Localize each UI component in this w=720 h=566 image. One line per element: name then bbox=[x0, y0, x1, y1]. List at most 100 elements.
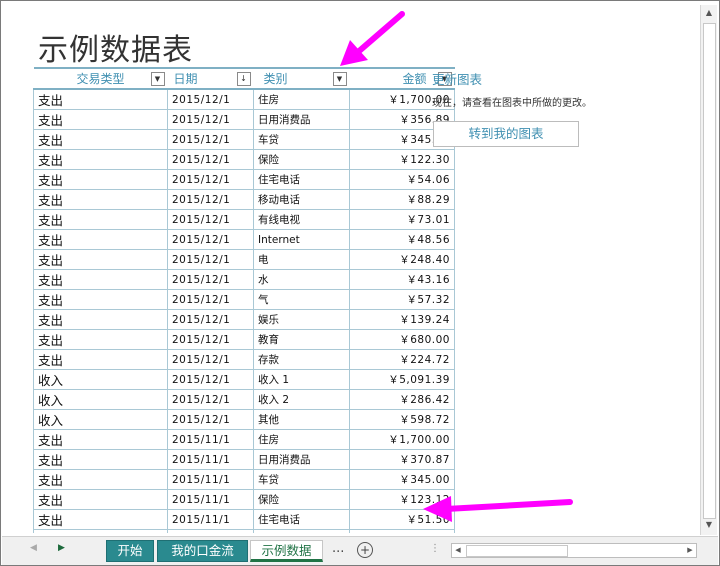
cell-date[interactable]: 2015/12/1 bbox=[167, 369, 254, 390]
cell-date[interactable]: 2015/12/1 bbox=[167, 349, 254, 370]
cell-date[interactable]: 2015/12/1 bbox=[167, 289, 254, 310]
cell-date[interactable]: 2015/12/1 bbox=[167, 109, 254, 130]
cell-amount[interactable]: ￥286.42 bbox=[349, 389, 455, 410]
cell-date[interactable]: 2015/11/1 bbox=[167, 429, 254, 450]
cell-amount[interactable]: ￥345.00 bbox=[349, 469, 455, 490]
cell-date[interactable]: 2015/12/1 bbox=[167, 389, 254, 410]
cell-date[interactable]: 2015/12/1 bbox=[167, 229, 254, 250]
cell-type[interactable]: 支出 bbox=[33, 489, 168, 510]
go-to-chart-button[interactable]: 转到我的图表 bbox=[433, 121, 579, 147]
cell-type[interactable]: 收入 bbox=[33, 389, 168, 410]
cell-category[interactable]: 教育 bbox=[253, 329, 350, 350]
cell-amount[interactable]: ￥248.40 bbox=[349, 249, 455, 270]
cell-date[interactable]: 2015/11/1 bbox=[167, 469, 254, 490]
cell-date[interactable]: 2015/12/1 bbox=[167, 269, 254, 290]
cell-amount[interactable]: ￥5,091.39 bbox=[349, 369, 455, 390]
cell-type[interactable]: 支出 bbox=[33, 149, 168, 170]
cell-amount[interactable]: ￥598.72 bbox=[349, 409, 455, 430]
cell-category[interactable]: 移动电话 bbox=[253, 189, 350, 210]
cell-amount[interactable]: ￥43.16 bbox=[349, 269, 455, 290]
cell-date[interactable]: 2015/11/1 bbox=[167, 489, 254, 510]
cell-type[interactable]: 支出 bbox=[33, 289, 168, 310]
cell-date[interactable]: 2015/12/1 bbox=[167, 149, 254, 170]
cell-type[interactable]: 支出 bbox=[33, 329, 168, 350]
cell-category[interactable]: 车贷 bbox=[253, 129, 350, 150]
cell-amount[interactable]: ￥54.06 bbox=[349, 169, 455, 190]
cell-type[interactable]: 支出 bbox=[33, 89, 168, 110]
cell-date[interactable]: 2015/12/1 bbox=[167, 329, 254, 350]
cell-category[interactable]: 存款 bbox=[253, 349, 350, 370]
cell-category[interactable]: 车贷 bbox=[253, 469, 350, 490]
scrollbar-thumb[interactable] bbox=[703, 23, 716, 519]
cell-date[interactable]: 2015/11/1 bbox=[167, 529, 254, 533]
scroll-left-icon[interactable]: ◀ bbox=[452, 544, 464, 557]
cell-amount[interactable]: ￥67.49 bbox=[349, 529, 455, 533]
cell-date[interactable]: 2015/12/1 bbox=[167, 169, 254, 190]
cell-amount[interactable]: ￥139.24 bbox=[349, 309, 455, 330]
sort-filter-icon[interactable]: ↓ bbox=[236, 72, 251, 86]
cell-date[interactable]: 2015/11/1 bbox=[167, 449, 254, 470]
vertical-scrollbar[interactable]: ▲ ▼ bbox=[700, 5, 717, 535]
cell-type[interactable]: 支出 bbox=[33, 509, 168, 530]
scroll-down-icon[interactable]: ▼ bbox=[701, 517, 717, 533]
worksheet-area[interactable]: 示例数据表 交易类型 ▼ 日期 ↓ 类别 ▼ 金额 ▼ 支出 2015/12/1… bbox=[5, 5, 699, 533]
filter-dropdown-icon[interactable]: ▼ bbox=[332, 72, 347, 86]
cell-amount[interactable]: ￥680.00 bbox=[349, 329, 455, 350]
cell-category[interactable]: 收入 1 bbox=[253, 369, 350, 390]
horizontal-scrollbar[interactable]: ◀ ▶ bbox=[451, 543, 697, 558]
cell-amount[interactable]: ￥88.29 bbox=[349, 189, 455, 210]
cell-date[interactable]: 2015/12/1 bbox=[167, 189, 254, 210]
cell-category[interactable]: 住房 bbox=[253, 429, 350, 450]
cell-date[interactable]: 2015/11/1 bbox=[167, 509, 254, 530]
cell-amount[interactable]: ￥48.56 bbox=[349, 229, 455, 250]
cell-date[interactable]: 2015/12/1 bbox=[167, 209, 254, 230]
cell-amount[interactable]: ￥370.87 bbox=[349, 449, 455, 470]
scroll-up-icon[interactable]: ▲ bbox=[701, 5, 717, 21]
cell-amount[interactable]: ￥51.50 bbox=[349, 509, 455, 530]
cell-category[interactable]: 其他 bbox=[253, 409, 350, 430]
cell-date[interactable]: 2015/12/1 bbox=[167, 309, 254, 330]
scrollbar-thumb[interactable] bbox=[466, 545, 568, 557]
tab-start[interactable]: 开始 bbox=[106, 540, 154, 562]
cell-type[interactable]: 收入 bbox=[33, 369, 168, 390]
cell-type[interactable]: 支出 bbox=[33, 209, 168, 230]
cell-category[interactable]: 移动电话 bbox=[253, 529, 350, 533]
cell-type[interactable]: 支出 bbox=[33, 229, 168, 250]
cell-type[interactable]: 收入 bbox=[33, 409, 168, 430]
cell-category[interactable]: Internet bbox=[253, 229, 350, 250]
cell-date[interactable]: 2015/12/1 bbox=[167, 409, 254, 430]
cell-category[interactable]: 日用消费品 bbox=[253, 109, 350, 130]
filter-dropdown-icon[interactable]: ▼ bbox=[150, 72, 165, 86]
tab-splitter-handle[interactable]: ⋮ bbox=[430, 543, 440, 554]
cell-type[interactable]: 支出 bbox=[33, 429, 168, 450]
cell-category[interactable]: 日用消费品 bbox=[253, 449, 350, 470]
cell-type[interactable]: 支出 bbox=[33, 449, 168, 470]
cell-category[interactable]: 娱乐 bbox=[253, 309, 350, 330]
cell-category[interactable]: 住宅电话 bbox=[253, 169, 350, 190]
cell-amount[interactable]: ￥57.32 bbox=[349, 289, 455, 310]
cell-date[interactable]: 2015/12/1 bbox=[167, 249, 254, 270]
cell-type[interactable]: 支出 bbox=[33, 349, 168, 370]
cell-type[interactable]: 支出 bbox=[33, 309, 168, 330]
cell-amount[interactable]: ￥224.72 bbox=[349, 349, 455, 370]
cell-amount[interactable]: ￥122.30 bbox=[349, 149, 455, 170]
cell-category[interactable]: 水 bbox=[253, 269, 350, 290]
scroll-right-icon[interactable]: ▶ bbox=[58, 543, 65, 553]
cell-category[interactable]: 保险 bbox=[253, 149, 350, 170]
more-tabs-button[interactable]: ... bbox=[332, 541, 344, 556]
cell-type[interactable]: 支出 bbox=[33, 169, 168, 190]
cell-date[interactable]: 2015/12/1 bbox=[167, 129, 254, 150]
scroll-left-icon[interactable]: ◀ bbox=[30, 543, 37, 553]
cell-category[interactable]: 气 bbox=[253, 289, 350, 310]
add-sheet-icon[interactable]: + bbox=[357, 542, 373, 558]
scroll-right-icon[interactable]: ▶ bbox=[684, 544, 696, 557]
cell-category[interactable]: 保险 bbox=[253, 489, 350, 510]
cell-type[interactable]: 支出 bbox=[33, 189, 168, 210]
cell-type[interactable]: 支出 bbox=[33, 529, 168, 533]
cell-type[interactable]: 支出 bbox=[33, 469, 168, 490]
cell-date[interactable]: 2015/12/1 bbox=[167, 89, 254, 110]
cell-type[interactable]: 支出 bbox=[33, 129, 168, 150]
cell-amount[interactable]: ￥73.01 bbox=[349, 209, 455, 230]
cell-category[interactable]: 住房 bbox=[253, 89, 350, 110]
cell-amount[interactable]: ￥123.12 bbox=[349, 489, 455, 510]
